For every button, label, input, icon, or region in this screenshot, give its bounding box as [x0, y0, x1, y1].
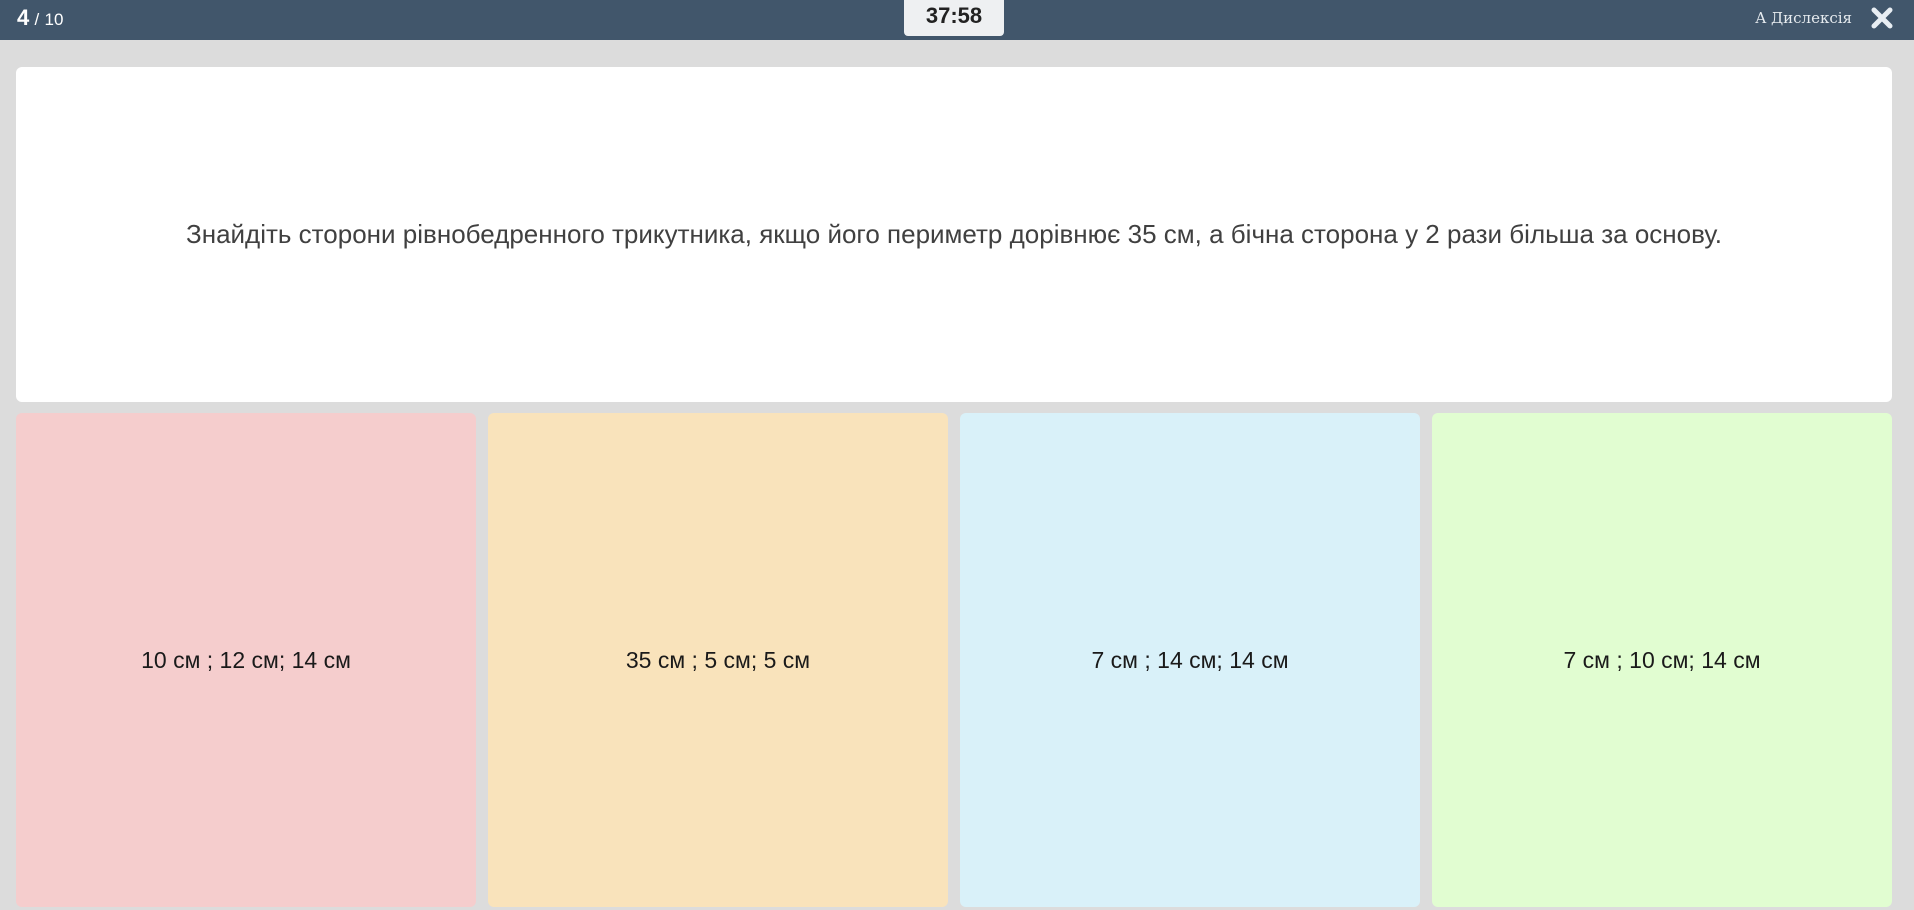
answer-option-label: 10 см ; 12 см; 14 см	[141, 646, 351, 673]
question-card: Знайдіть сторони рівнобедренного трикутн…	[16, 67, 1892, 402]
answer-option-4[interactable]: 7 см ; 10 см; 14 см	[1432, 413, 1892, 907]
answer-option-label: 7 см ; 10 см; 14 см	[1563, 646, 1761, 673]
close-button[interactable]	[1870, 6, 1894, 30]
answer-option-label: 7 см ; 14 см; 14 см	[1091, 646, 1289, 673]
top-bar: 4 / 10 37:58 A Дислексія	[0, 0, 1914, 40]
timer: 37:58	[904, 0, 1004, 36]
close-icon	[1871, 7, 1893, 29]
dyslexia-toggle[interactable]: A Дислексія	[1755, 9, 1852, 27]
progress-current: 4	[17, 5, 30, 30]
question-text: Знайдіть сторони рівнобедренного трикутн…	[186, 219, 1722, 249]
answer-options: 10 см ; 12 см; 14 см 35 см ; 5 см; 5 см …	[16, 413, 1892, 907]
answer-option-3[interactable]: 7 см ; 14 см; 14 см	[960, 413, 1420, 907]
question-progress: 4 / 10	[17, 5, 63, 33]
answer-option-2[interactable]: 35 см ; 5 см; 5 см	[488, 413, 948, 907]
progress-separator: /	[34, 10, 40, 29]
progress-total: 10	[44, 10, 64, 29]
answer-option-label: 35 см ; 5 см; 5 см	[625, 646, 811, 673]
answer-option-1[interactable]: 10 см ; 12 см; 14 см	[16, 413, 476, 907]
